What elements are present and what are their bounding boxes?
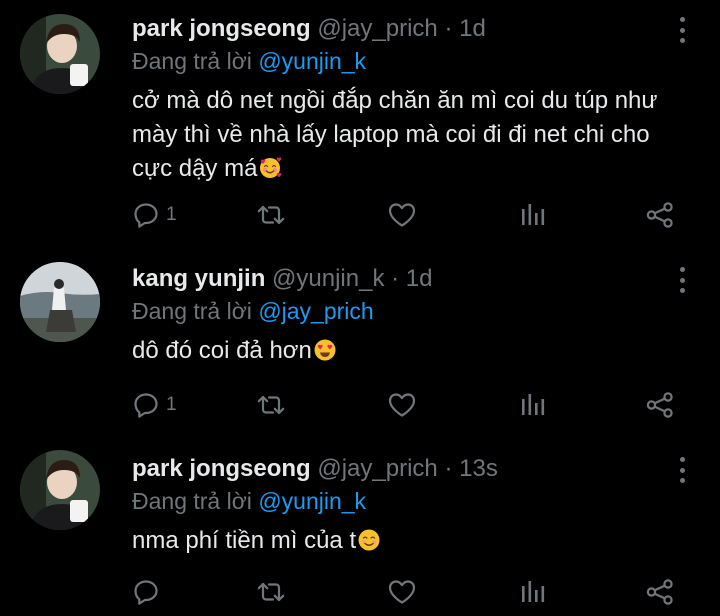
tweet-text: dô đó coi đả hơn: [132, 334, 664, 368]
user-handle[interactable]: @yunjin_k: [272, 265, 384, 292]
avatar[interactable]: [20, 14, 100, 94]
views-button[interactable]: [520, 390, 546, 420]
share-button[interactable]: [645, 390, 675, 420]
views-icon: [520, 391, 546, 419]
display-name[interactable]: park jongseong: [132, 455, 311, 482]
avatar[interactable]: [20, 450, 100, 530]
tweet-time[interactable]: 1d: [406, 265, 433, 292]
reply-prefix: Đang trả lời: [132, 298, 252, 324]
retweet-button[interactable]: [256, 390, 286, 420]
avatar-image: [20, 14, 100, 94]
reply-button[interactable]: 1: [132, 200, 177, 230]
like-icon: [387, 578, 417, 606]
avatar-image: [20, 262, 100, 342]
separator-dot: ·: [444, 455, 453, 482]
reply-icon: [132, 578, 160, 606]
reply-prefix: Đang trả lời: [132, 488, 252, 514]
tweet[interactable]: park jongseong @jay_prich · 13s Đang trả…: [0, 440, 720, 616]
views-button[interactable]: [520, 577, 546, 607]
views-icon: [520, 578, 546, 606]
like-button[interactable]: [387, 390, 417, 420]
reply-count: 1: [166, 394, 177, 415]
retweet-icon: [256, 201, 286, 229]
tweet-text: cở mà dô net ngồi đắp chăn ăn mì coi du …: [132, 84, 664, 186]
reply-button[interactable]: [132, 577, 166, 607]
share-icon: [645, 201, 675, 229]
display-name[interactable]: kang yunjin: [132, 265, 265, 292]
share-button[interactable]: [645, 577, 675, 607]
avatar[interactable]: [20, 262, 100, 342]
display-name[interactable]: park jongseong: [132, 15, 311, 42]
reply-icon: [132, 391, 160, 419]
reply-mention[interactable]: @jay_prich: [258, 298, 373, 324]
reply-icon: [132, 201, 160, 229]
separator-dot: ·: [391, 265, 400, 292]
retweet-icon: [256, 391, 286, 419]
smiling-face-icon: [357, 528, 381, 552]
tweet-text-content: dô đó coi đả hơn: [132, 337, 312, 364]
tweet-time[interactable]: 1d: [459, 15, 486, 42]
reply-button[interactable]: 1: [132, 390, 177, 420]
tweet-actions: [132, 577, 677, 607]
more-icon[interactable]: [678, 17, 686, 43]
reply-mention[interactable]: @yunjin_k: [258, 48, 366, 74]
tweet[interactable]: park jongseong @jay_prich · 1d Đang trả …: [0, 0, 720, 250]
reply-count: 1: [166, 204, 177, 225]
reply-prefix: Đang trả lời: [132, 48, 252, 74]
share-button[interactable]: [645, 200, 675, 230]
tweet-text-content: cở mà dô net ngồi đắp chăn ăn mì coi du …: [132, 87, 658, 182]
more-icon[interactable]: [678, 457, 686, 483]
user-handle[interactable]: @jay_prich: [317, 15, 437, 42]
tweet-time[interactable]: 13s: [459, 455, 498, 482]
tweet-actions: 1: [132, 390, 677, 420]
views-button[interactable]: [520, 200, 546, 230]
smiling-face-with-hearts-icon: [258, 156, 282, 180]
like-button[interactable]: [387, 577, 417, 607]
retweet-icon: [256, 578, 286, 606]
retweet-button[interactable]: [256, 577, 286, 607]
like-button[interactable]: [387, 200, 417, 230]
tweet-text-content: nma phí tiền mì của t: [132, 527, 357, 554]
share-icon: [645, 578, 675, 606]
heart-eyes-icon: [313, 338, 337, 362]
reply-mention[interactable]: @yunjin_k: [258, 488, 366, 514]
like-icon: [387, 201, 417, 229]
views-icon: [520, 201, 546, 229]
like-icon: [387, 391, 417, 419]
tweet-text: nma phí tiền mì của t: [132, 524, 664, 558]
more-icon[interactable]: [678, 267, 686, 293]
retweet-button[interactable]: [256, 200, 286, 230]
tweet[interactable]: kang yunjin @yunjin_k · 1d Đang trả lời …: [0, 250, 720, 440]
share-icon: [645, 391, 675, 419]
user-handle[interactable]: @jay_prich: [317, 455, 437, 482]
tweet-actions: 1: [132, 200, 677, 230]
avatar-image: [20, 450, 100, 530]
separator-dot: ·: [444, 15, 453, 42]
